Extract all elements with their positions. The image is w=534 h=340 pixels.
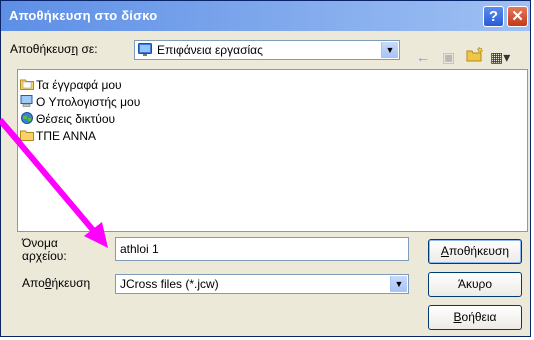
annotation-layer	[0, 118, 108, 248]
annotation-arrow-line	[0, 118, 23, 145]
